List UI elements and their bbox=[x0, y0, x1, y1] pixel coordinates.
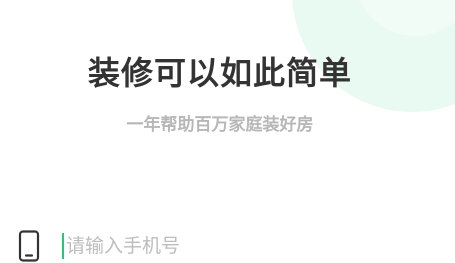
login-page: 装修可以如此简单 一年帮助百万家庭装好房 bbox=[0, 0, 455, 263]
phone-input-row[interactable] bbox=[18, 228, 438, 263]
mobile-phone-icon bbox=[18, 230, 40, 262]
hero-subtitle: 一年帮助百万家庭装好房 bbox=[126, 115, 314, 135]
phone-number-input[interactable] bbox=[62, 231, 426, 261]
input-caret bbox=[62, 233, 64, 259]
hero-title: 装修可以如此简单 bbox=[87, 54, 352, 92]
